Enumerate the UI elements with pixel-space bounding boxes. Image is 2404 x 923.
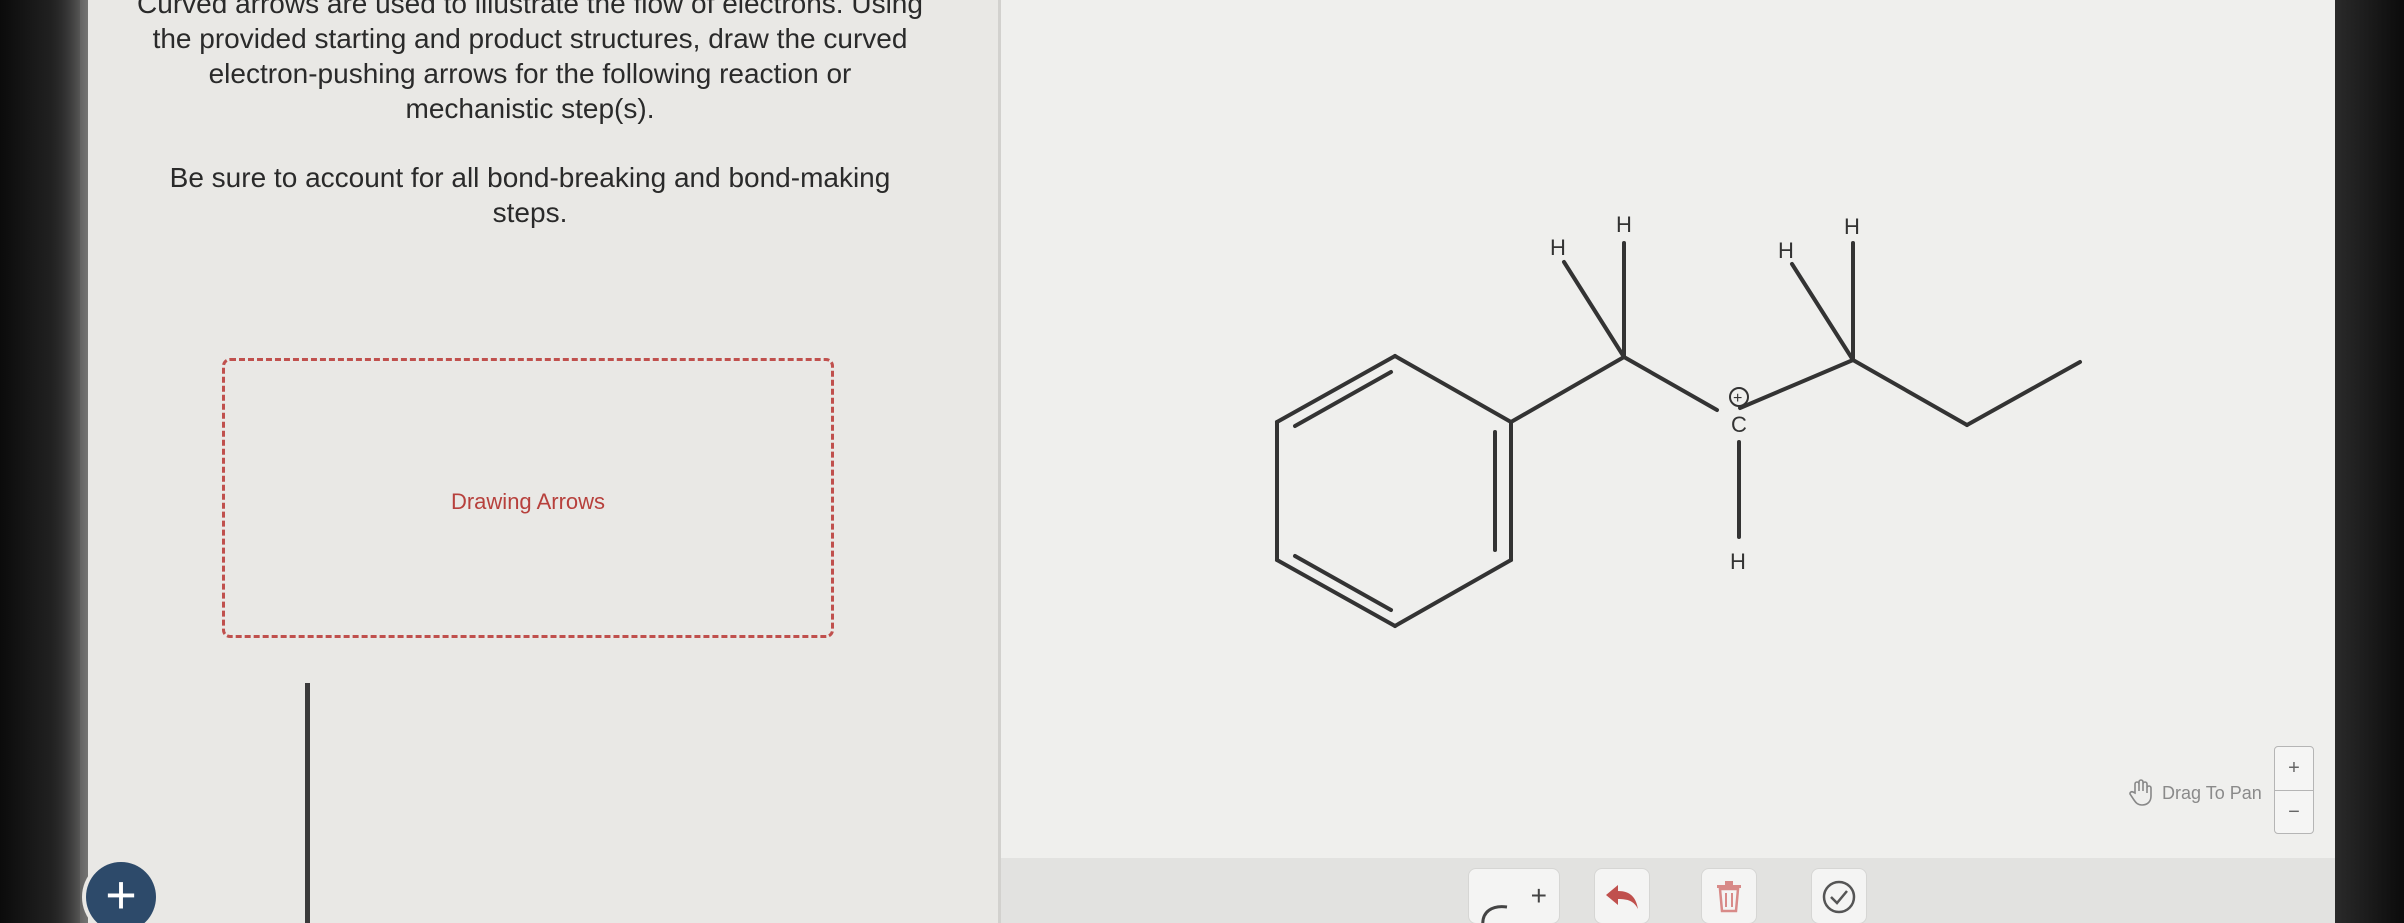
chain-bond <box>1851 358 1969 427</box>
zoom-control[interactable]: + − <box>2274 746 2314 834</box>
chain-bond <box>1509 355 1626 424</box>
undo-button[interactable] <box>1594 868 1650 923</box>
chain-bond <box>1622 355 1719 412</box>
drag-to-pan-label: Drag To Pan <box>2162 782 2262 803</box>
curved-arrow-icon <box>1481 905 1508 923</box>
add-button[interactable]: + <box>86 862 156 923</box>
instruction-text-1: Curved arrows are used to illustrate the… <box>100 0 960 126</box>
check-circle-icon <box>1822 880 1856 914</box>
screen: Curved arrows are used to illustrate the… <box>0 0 2404 923</box>
undo-arrow-icon <box>1606 885 1638 909</box>
drag-to-pan[interactable]: Drag To Pan <box>2128 776 2262 810</box>
instruction-line-5: Be sure to account for all bond-breaking… <box>169 162 891 193</box>
c-h-bond <box>1790 262 1855 362</box>
instruction-line-3: electron-pushing arrows for the followin… <box>208 58 852 89</box>
hydrogen-label: H <box>1778 238 1794 263</box>
check-button[interactable] <box>1811 868 1867 923</box>
instruction-line-4: mechanistic step(s). <box>405 93 655 124</box>
hand-icon <box>2129 779 2152 806</box>
trash-icon <box>1717 881 1741 913</box>
instruction-line-6: steps. <box>492 197 568 228</box>
drawing-arrows-dropzone[interactable]: Drawing Arrows <box>222 358 834 638</box>
delete-button[interactable] <box>1701 868 1757 923</box>
add-arrow-label: + <box>1530 880 1547 911</box>
molecule-structure[interactable]: H H H H C + H <box>1001 0 2335 858</box>
ring-bond <box>1393 354 1513 424</box>
hydrogen-label: H <box>1550 235 1566 260</box>
ring-double-bond <box>1293 370 1393 428</box>
chain-bond <box>1965 360 2082 427</box>
hydrogen-label: H <box>1730 549 1746 574</box>
device-bezel-left <box>0 0 88 923</box>
dropzone-label: Drawing Arrows <box>450 489 606 514</box>
molecule-bonds <box>1275 241 2082 628</box>
instruction-line-1: Curved arrows are used to illustrate the… <box>137 0 923 19</box>
hydrogen-label: H <box>1616 212 1632 237</box>
zoom-in-button[interactable]: + <box>2275 747 2313 790</box>
hydrogen-label: H <box>1844 214 1860 239</box>
bottom-toolbar <box>1001 858 2335 923</box>
charge-label: + <box>1733 390 1742 407</box>
device-bezel-right <box>2335 0 2404 923</box>
ring-bond <box>1275 354 1397 424</box>
question-instructions: Curved arrows are used to illustrate the… <box>100 0 960 230</box>
ring-bond <box>1275 558 1397 628</box>
c-h-bond <box>1562 260 1626 359</box>
ring-bond <box>1393 558 1513 628</box>
atom-labels: H H H H C + H <box>1550 212 1860 574</box>
instruction-text-2: Be sure to account for all bond-breaking… <box>100 160 960 230</box>
add-arrow-button[interactable]: + <box>1468 868 1560 923</box>
text-cursor-line <box>305 683 310 923</box>
ring-double-bond <box>1293 554 1393 612</box>
instruction-line-2: the provided starting and product struct… <box>152 23 908 54</box>
chain-bond <box>1738 358 1855 410</box>
carbocation-label: C <box>1731 412 1747 437</box>
zoom-out-button[interactable]: − <box>2275 791 2313 834</box>
